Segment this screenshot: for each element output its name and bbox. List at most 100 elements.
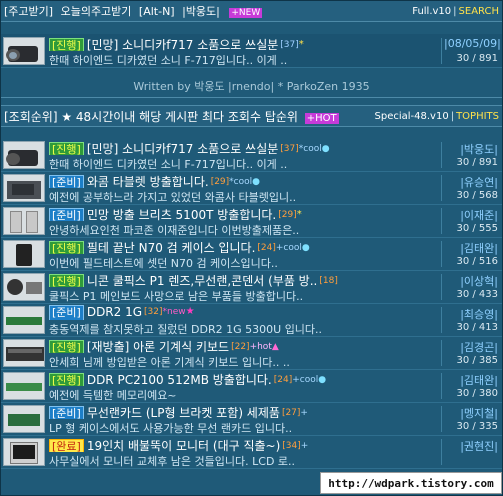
item-thumbnail[interactable] <box>3 372 45 400</box>
divider <box>441 439 442 465</box>
item-thumbnail[interactable] <box>3 339 45 367</box>
separator: | <box>453 5 457 17</box>
extra-label: *cool <box>229 177 253 187</box>
camera-thumbnail[interactable] <box>3 37 45 65</box>
version-label: Full.v10 <box>412 5 452 17</box>
ranking-row[interactable]: [준비] 무선랜카드 (LP형 브라켓 포함) 세제품 [27]+ LP 형 케이스에… <box>1 402 502 436</box>
post-title[interactable]: 필테 끝난 N70 검 케이스 입니다. <box>87 241 256 254</box>
comment-count: [27] <box>281 408 301 418</box>
post-title[interactable]: DDR2 1G <box>87 305 142 319</box>
author-link[interactable]: |박웅도| <box>182 5 220 18</box>
divider <box>441 373 442 399</box>
post-author[interactable]: |권현진| <box>444 438 498 454</box>
ranking-row[interactable]: [진행] 니콘 쿨픽스 P1 렌즈,무선랜,콘덴서 (부품 방.. [18] 쿨픽스 … <box>1 270 502 304</box>
ranking-row[interactable]: [진행] 필테 끝난 N70 검 케이스 입니다. [24]+cool● 이번에 필드… <box>1 237 502 271</box>
post-title[interactable]: [민망] 소니디카f717 소품으로 쓰실분 <box>87 142 278 155</box>
ranking-row[interactable]: [완료] 19인치 배불뚝이 모니터 (대구 직출~) [34]+ 사무실에서 모니터… <box>1 435 502 469</box>
post-author[interactable]: |유승연| <box>444 174 498 190</box>
ranking-title: [조회순위] ★ 48시간이내 해당 게시판 최다 조회수 탑순위 +HOT <box>4 108 375 125</box>
post-author[interactable]: |김태완| <box>444 372 498 388</box>
post-author[interactable]: |최승영| <box>444 306 498 322</box>
post-title-line[interactable]: [완료] 19인치 배불뚝이 모니터 (대구 직출~) [34]+ <box>49 437 446 452</box>
status-tag: [진행] <box>49 142 84 155</box>
post-title[interactable]: [재방출] 아론 기계식 키보드 <box>87 340 229 353</box>
item-thumbnail[interactable] <box>3 405 45 433</box>
ranking-row[interactable]: [진행] [민망] 소니디카f717 소품으로 쓰실분 [37]*cool● 한때 하… <box>1 138 502 172</box>
post-title-line[interactable]: [준비] 민망 방출 브리츠 5100T 방출합니다. [29]* <box>49 206 446 221</box>
ranking-row[interactable]: [진행] DDR PC2100 512MB 방출합니다. [24]+cool● 예전에… <box>1 369 502 403</box>
post-author[interactable]: |이상혁| <box>444 273 498 289</box>
new-badge: +NEW <box>229 8 263 18</box>
status-tag: [진행] <box>49 274 84 287</box>
post-author[interactable]: |박웅도| <box>444 141 498 157</box>
post-title-line[interactable]: [진행] [민망] 소니디카f717 소품으로 쓰실분 [37]* <box>49 36 446 51</box>
item-thumbnail[interactable] <box>3 141 45 169</box>
item-thumbnail[interactable] <box>3 438 45 466</box>
extra-label: + <box>300 441 309 451</box>
post-title-line[interactable]: [진행] 니콘 쿨픽스 P1 렌즈,무선랜,콘덴서 (부품 방.. [18] <box>49 272 446 287</box>
post-views: 30 / 380 <box>456 388 498 399</box>
post-author[interactable]: |멩지철| <box>444 405 498 421</box>
status-tag: [준비] <box>49 305 84 320</box>
post-title[interactable]: 무선랜카드 (LP형 브라켓 포함) 세제품 <box>87 406 280 419</box>
post-title-line[interactable]: [진행] DDR PC2100 512MB 방출합니다. [24]+cool● <box>49 371 446 386</box>
post-author[interactable]: |김태완| <box>444 240 498 256</box>
cool-dot-icon: ● <box>252 177 260 187</box>
post-title[interactable]: [민망] 소니디카f717 소품으로 쓰실분 <box>87 38 278 51</box>
post-title-line[interactable]: [준비] DDR2 1G [32]*new★ <box>49 305 446 320</box>
shortcut-label: [Alt-N] <box>138 5 175 18</box>
post-views: 30 / 891 <box>456 157 498 168</box>
post-views: 30 / 555 <box>456 223 498 234</box>
post-title-line[interactable]: [진행] [재방출] 아론 기계식 키보드 [22]+hot▲ <box>49 338 446 353</box>
post-author[interactable]: |이재준| <box>444 207 498 223</box>
status-tag: [준비] <box>49 175 84 188</box>
tab-today[interactable]: 오늘의주고받기 <box>61 5 132 18</box>
star-icon: * <box>298 39 304 50</box>
status-tag: [진행] <box>49 373 84 386</box>
tophits-link[interactable]: TOPHITS <box>456 111 499 122</box>
item-thumbnail[interactable] <box>3 174 45 202</box>
item-thumbnail[interactable] <box>3 306 45 334</box>
post-title-line[interactable]: [준비] 와콤 타블렛 방출합니다. [29]*cool● <box>49 173 446 188</box>
post-title-line[interactable]: [진행] 필테 끝난 N70 검 케이스 입니다. [24]+cool● <box>49 239 446 254</box>
comment-count: [32] <box>144 307 163 317</box>
top-header-bar: [주고받기] 오늘의주고받기 [Alt-N] |박웅도| +NEW Full.v… <box>1 1 502 22</box>
cool-dot-icon: ● <box>301 243 310 253</box>
ranking-right: Special-48.v10 | TOPHITS <box>375 111 500 122</box>
ranking-row[interactable]: [준비] 와콤 타블렛 방출합니다. [29]*cool● 예전에 공부하느라 가지고… <box>1 171 502 205</box>
divider <box>441 307 442 333</box>
comment-count: [34] <box>282 441 301 451</box>
status-tag: [진행] <box>49 38 84 51</box>
item-thumbnail[interactable] <box>3 240 45 268</box>
item-thumbnail[interactable] <box>3 273 45 301</box>
divider <box>441 175 442 201</box>
latest-post-row[interactable]: [진행] [민망] 소니디카f717 소품으로 쓰실분 [37]* 한때 하이엔드 … <box>1 34 502 68</box>
post-title[interactable]: 19인치 배불뚝이 모니터 (대구 직출~) <box>87 439 280 452</box>
post-title[interactable]: 민망 방출 브리츠 5100T 방출합니다. <box>87 208 276 221</box>
ranking-row[interactable]: [준비] DDR2 1G [32]*new★ 충동역제를 참지못하고 질렀던 DDR2… <box>1 303 502 337</box>
tab-jugobatgi[interactable]: [주고받기] <box>4 5 53 18</box>
star-icon: ★ <box>185 306 195 317</box>
item-thumbnail[interactable] <box>3 207 45 235</box>
post-title[interactable]: 와콤 타블렛 방출합니다. <box>87 175 209 188</box>
post-views: 30 / 385 <box>456 355 498 366</box>
ranking-row[interactable]: [진행] [재방출] 아론 기계식 키보드 [22]+hot▲ 안세희 님께 방입받은… <box>1 336 502 370</box>
hot-badge: +HOT <box>304 112 339 124</box>
post-preview: 쿨픽스 P1 메인보드 사망으로 남은 부품들 방출합니다.. <box>49 290 304 302</box>
search-link[interactable]: SEARCH <box>459 6 499 17</box>
comment-count: [37] <box>280 144 299 154</box>
post-author[interactable]: |김경곤| <box>444 339 498 355</box>
status-tag: [완료] <box>49 439 84 452</box>
post-title-line[interactable]: [진행] [민망] 소니디카f717 소품으로 쓰실분 [37]*cool● <box>49 140 446 155</box>
post-title[interactable]: DDR PC2100 512MB 방출합니다. <box>87 373 272 386</box>
divider <box>441 208 442 234</box>
post-preview: LP 형 케이스에서도 사용가능한 무선 랜카드 입니다.. <box>49 422 293 434</box>
ranking-row[interactable]: [준비] 민망 방출 브리츠 5100T 방출합니다. [29]* 안녕하세요인천 파… <box>1 204 502 238</box>
post-preview: 이번에 필드테스트에 셋던 N70 검 케이스입니다.. <box>49 257 278 269</box>
post-title[interactable]: 니콘 쿨픽스 P1 렌즈,무선랜,콘덴서 (부품 방.. <box>87 274 318 287</box>
extra-label: *new <box>162 307 186 317</box>
post-title-line[interactable]: [준비] 무선랜카드 (LP형 브라켓 포함) 세제품 [27]+ <box>49 404 446 419</box>
extra-label: +cool <box>292 375 319 385</box>
separator: | <box>450 110 455 122</box>
post-views: 30 / 516 <box>456 256 498 267</box>
